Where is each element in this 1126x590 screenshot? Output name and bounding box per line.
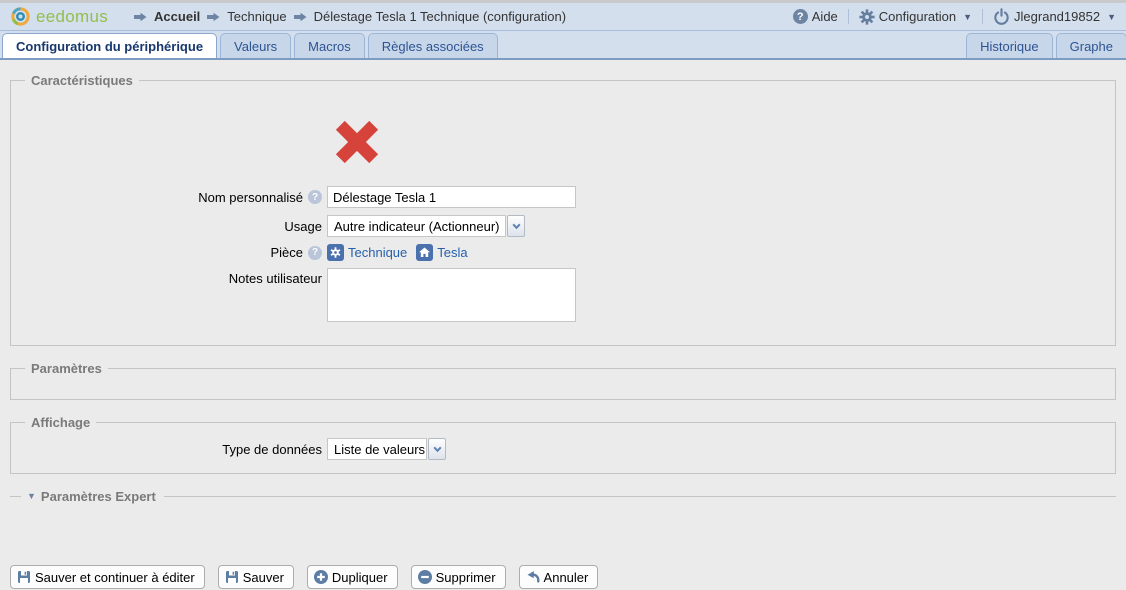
usage-selected-value[interactable]: Autre indicateur (Actionneur) <box>327 215 506 237</box>
delete-label: Supprimer <box>436 570 496 585</box>
save-icon <box>224 569 240 585</box>
header-menu: ? Aide <box>793 8 1116 25</box>
chevron-down-icon: ▼ <box>1107 12 1116 22</box>
row-usage: Usage Autre indicateur (Actionneur) <box>11 215 1115 237</box>
section-parametres-legend: Paramètres <box>25 361 108 376</box>
gear-icon <box>859 9 875 25</box>
section-parametres-expert-legend[interactable]: Paramètres Expert <box>41 489 156 504</box>
piece-label: Pièce <box>270 245 303 260</box>
save-icon <box>16 569 32 585</box>
save-label: Sauver <box>243 570 284 585</box>
configuration-label: Configuration <box>879 9 956 24</box>
expert-line-left <box>10 496 21 497</box>
type-de-donnees-label: Type de données <box>222 442 322 457</box>
section-parametres-expert: ▼ Paramètres Expert <box>10 489 1116 503</box>
configuration-menu[interactable]: Configuration ▼ <box>859 9 972 25</box>
row-nom-personnalise: Nom personnalisé ? <box>11 186 1115 208</box>
plus-circle-icon <box>313 569 329 585</box>
expert-line-right <box>164 496 1116 497</box>
tesla-room-house-icon <box>416 244 433 261</box>
breadcrumb: Accueil Technique Délestage Tesla 1 Tech… <box>134 9 566 24</box>
breadcrumb-arrow-icon <box>294 12 307 22</box>
tab-regles-associees[interactable]: Règles associées <box>368 33 498 58</box>
eedomus-logo-icon <box>10 6 31 27</box>
user-name: Jlegrand19852 <box>1014 9 1100 24</box>
device-image-missing-icon <box>330 116 1115 168</box>
tab-macros[interactable]: Macros <box>294 33 365 58</box>
user-menu[interactable]: Jlegrand19852 ▼ <box>993 8 1116 25</box>
eedomus-logo[interactable]: eedomus <box>10 6 108 27</box>
breadcrumb-arrow-icon <box>207 12 220 22</box>
tab-historique[interactable]: Historique <box>966 33 1053 58</box>
save-and-continue-button[interactable]: Sauver et continuer à éditer <box>10 565 205 589</box>
notes-utilisateur-label: Notes utilisateur <box>229 271 322 286</box>
duplicate-label: Dupliquer <box>332 570 388 585</box>
row-notes-utilisateur: Notes utilisateur <box>11 268 1115 322</box>
section-caracteristiques: Caractéristiques Nom personnalisé ? Usag… <box>10 73 1116 346</box>
breadcrumb-technique[interactable]: Technique <box>227 9 286 24</box>
piece-help-icon[interactable]: ? <box>308 246 322 260</box>
save-and-continue-label: Sauver et continuer à éditer <box>35 570 195 585</box>
action-button-bar: Sauver et continuer à éditer Sauver Du <box>10 565 1126 589</box>
tab-configuration-du-peripherique[interactable]: Configuration du périphérique <box>2 33 217 58</box>
usage-select[interactable]: Autre indicateur (Actionneur) <box>327 215 525 237</box>
tab-graphe[interactable]: Graphe <box>1056 33 1126 58</box>
breadcrumb-current-page: Délestage Tesla 1 Technique (configurati… <box>314 9 566 24</box>
cancel-button[interactable]: Annuler <box>519 565 599 589</box>
header-separator <box>982 9 983 24</box>
row-piece: Pièce ? <box>11 244 1115 261</box>
section-parametres: Paramètres <box>10 361 1116 400</box>
piece-link-tesla[interactable]: Tesla <box>437 245 467 260</box>
minus-circle-icon <box>417 569 433 585</box>
tab-valeurs[interactable]: Valeurs <box>220 33 291 58</box>
help-label: Aide <box>812 9 838 24</box>
header-separator <box>848 9 849 24</box>
breadcrumb-arrow-icon <box>134 12 147 22</box>
tab-bar-right: Historique Graphe <box>966 33 1126 58</box>
piece-link-technique[interactable]: Technique <box>348 245 407 260</box>
row-type-de-donnees: Type de données Liste de valeurs <box>11 438 1115 460</box>
type-de-donnees-selected-value[interactable]: Liste de valeurs <box>327 438 427 460</box>
help-icon: ? <box>793 9 808 24</box>
section-affichage-legend: Affichage <box>25 415 96 430</box>
power-icon <box>993 8 1010 25</box>
usage-label: Usage <box>284 219 322 234</box>
eedomus-logo-text: eedomus <box>36 7 108 27</box>
expert-collapse-triangle-icon[interactable]: ▼ <box>27 491 36 501</box>
delete-button[interactable]: Supprimer <box>411 565 506 589</box>
save-button[interactable]: Sauver <box>218 565 294 589</box>
section-caracteristiques-legend: Caractéristiques <box>25 73 139 88</box>
usage-dropdown-button[interactable] <box>507 215 525 237</box>
nom-help-icon[interactable]: ? <box>308 190 322 204</box>
technique-room-gear-icon <box>327 244 344 261</box>
section-affichage: Affichage Type de données Liste de valeu… <box>10 415 1116 474</box>
duplicate-button[interactable]: Dupliquer <box>307 565 398 589</box>
help-menu[interactable]: ? Aide <box>793 9 838 24</box>
type-de-donnees-select[interactable]: Liste de valeurs <box>327 438 446 460</box>
top-header-bar: eedomus Accueil Technique Délestage Tesl… <box>0 3 1126 31</box>
notes-utilisateur-textarea[interactable] <box>327 268 576 322</box>
main-content: Caractéristiques Nom personnalisé ? Usag… <box>0 60 1126 589</box>
chevron-down-icon: ▼ <box>963 12 972 22</box>
type-de-donnees-dropdown-button[interactable] <box>428 438 446 460</box>
nom-personnalise-input[interactable] <box>327 186 576 208</box>
cancel-label: Annuler <box>544 570 589 585</box>
undo-arrow-icon <box>525 569 541 585</box>
breadcrumb-accueil[interactable]: Accueil <box>154 9 200 24</box>
tab-bar: Configuration du périphérique Valeurs Ma… <box>0 31 1126 60</box>
nom-personnalise-label: Nom personnalisé <box>198 190 303 205</box>
